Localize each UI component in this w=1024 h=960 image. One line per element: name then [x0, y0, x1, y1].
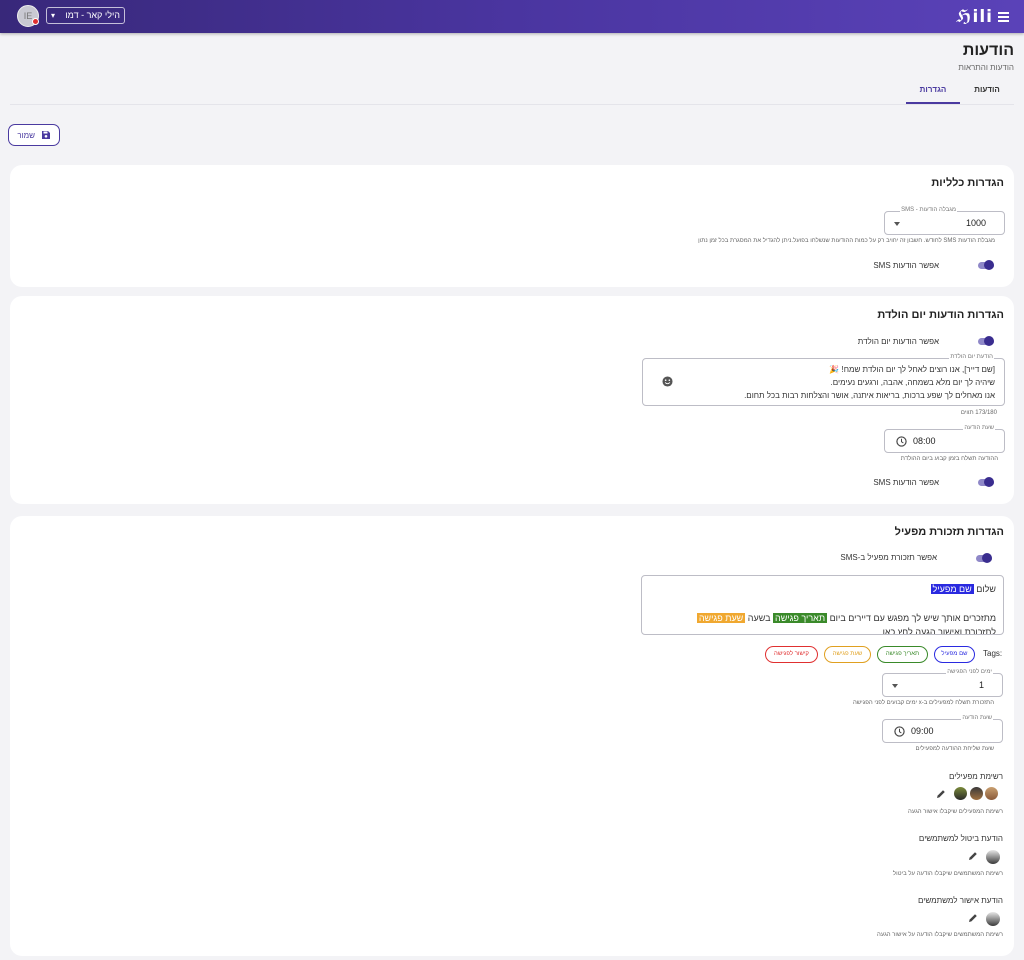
cancel-message-title: הודעת ביטול למשתמשים [918, 834, 1003, 843]
general-settings-title: הגדרות כלליות [931, 177, 1004, 189]
enable-reminder-toggle[interactable] [974, 553, 992, 563]
operators-avatar-group[interactable] [950, 786, 1002, 803]
birthday-time-value: 08:00 [913, 436, 936, 446]
branch-label: הילי קאר - דמו [65, 10, 120, 20]
days-before-select[interactable]: ימים לפני הפגישה 1 [882, 669, 1003, 697]
tag-operator-name: שם מפעיל [930, 584, 974, 594]
operator-avatar [953, 786, 968, 801]
save-button-label: שמור [17, 131, 35, 140]
reminder-time-helper: שעת שליחת ההודעה למפעילים [915, 746, 994, 752]
dropdown-arrow-icon [892, 684, 898, 688]
birthday-message-line-1: [שם דייר], אנו רוצים לאחל לך יום הולדת ש… [829, 365, 995, 374]
dropdown-arrow-icon [894, 222, 900, 226]
enable-birthday-label: אפשר הודעות יום הולדת [857, 337, 939, 346]
notification-dot [32, 18, 39, 25]
operator-avatar [984, 786, 999, 801]
sms-limit-helper: מגבלת הודעות SMS לחודש. חשבון זה יחויב ר… [698, 238, 995, 244]
reminder-settings-title: הגדרות תזכורת מפעיל [894, 526, 1004, 538]
birthday-message-textarea[interactable]: הודעת יום הולדת [שם דייר], אנו רוצים לאח… [642, 354, 1005, 406]
tab-messages[interactable]: הודעות [968, 85, 1006, 94]
tags-label: Tags: [983, 649, 1003, 658]
clock-icon[interactable] [894, 726, 905, 737]
edit-operators-icon[interactable] [936, 789, 946, 799]
confirm-user-avatar[interactable] [985, 911, 1001, 927]
branch-selector[interactable]: הילי קאר - דמו ▾ [46, 7, 125, 24]
reminder-time-label: שעת הודעה [961, 715, 993, 721]
birthday-time-helper: ההודעה תשלח בזמן קבוע ביום ההולדת [900, 456, 998, 462]
reminder-message-line-3: לתזכורת ואישור הגעה לחץ כאן [882, 627, 996, 635]
tag-meeting-date: תאריך פגישה [773, 613, 828, 623]
operators-title: רשימת מפעילים [949, 772, 1003, 781]
reminder-settings-card: הגדרות תזכורת מפעיל אפשר תזכורת מפעיל ב-… [10, 516, 1014, 956]
edit-cancel-users-icon[interactable] [968, 851, 978, 861]
enable-sms-label: אפשר הודעות SMS [873, 261, 939, 270]
message-at-text: בשעה [747, 613, 771, 623]
tag-chip-meeting-link[interactable]: קישור לפגישה [765, 646, 818, 663]
birthday-message-line-3: אנו מאחלים לך שפע ברכות, בריאות איתנה, א… [744, 391, 995, 400]
tag-chip-meeting-date[interactable]: תאריך פגישה [877, 646, 928, 663]
days-before-label: ימים לפני הפגישה [946, 669, 993, 675]
enable-birthday-toggle[interactable] [976, 336, 994, 346]
enable-sms-toggle[interactable] [976, 260, 994, 270]
reminder-message-line-1: שלום שם מפעיל [930, 583, 996, 596]
confirm-message-title: הודעת אישור למשתמשים [918, 896, 1003, 905]
page-subtitle: הודעות והתראות [958, 63, 1014, 72]
general-settings-card: הגדרות כלליות מגבלה הודעות - SMS 1000 מג… [10, 165, 1014, 287]
birthday-message-line-2: שיהיה לך יום מלא בשמחה, אהבה, ורגעים נעי… [830, 378, 995, 387]
birthday-settings-title: הגדרות הודעות יום הולדת [877, 309, 1004, 321]
cancel-user-avatar[interactable] [985, 849, 1001, 865]
sms-limit-value: 1000 [965, 218, 986, 228]
tag-chip-meeting-time[interactable]: שעת פגישה [824, 646, 871, 663]
menu-icon[interactable] [998, 12, 1009, 22]
birthday-message-label: הודעת יום הולדת [949, 354, 994, 360]
reminder-time-value: 09:00 [911, 726, 934, 736]
days-before-helper: התזכורת תשלח למפעילים ב-x ימים קבועים לפ… [852, 700, 994, 706]
greeting-text: שלום [976, 584, 996, 594]
operator-avatar [969, 786, 984, 801]
enable-reminder-label: אפשר תזכורת מפעיל ב-SMS [840, 553, 937, 562]
top-app-bar: ℌili הילי קאר - דמו ▾ IE [0, 0, 1024, 33]
save-icon [42, 131, 50, 139]
reminder-message-line-2: מתזכרים אותך שיש לך מפגש עם דיירים ביום … [696, 612, 996, 625]
tag-meeting-time: שעת פגישה [696, 613, 746, 623]
operators-helper: רשימת המפעילים שיקבלו אישור הגעה [908, 809, 1003, 815]
cancel-message-helper: רשימת המשתמשים שיקבלו הודעה על ביטול [892, 871, 1003, 877]
page-title: הודעות [962, 42, 1014, 59]
birthday-char-count: 173/180 תווים [960, 410, 997, 416]
save-button[interactable]: שמור [8, 124, 60, 146]
birthday-time-field[interactable]: שעת הודעה 08:00 [884, 425, 1005, 453]
tag-chip-operator-name[interactable]: שם מפעיל [934, 646, 975, 663]
days-before-value: 1 [978, 680, 984, 690]
chevron-down-icon: ▾ [51, 11, 56, 20]
app-logo[interactable]: ℌili [956, 7, 993, 27]
reminder-message-editor[interactable]: שלום שם מפעיל מתזכרים אותך שיש לך מפגש ע… [641, 575, 1004, 635]
birthday-enable-sms-toggle[interactable] [976, 477, 994, 487]
tabs-divider [10, 104, 1014, 105]
sms-limit-label: מגבלה הודעות - SMS [900, 207, 957, 213]
edit-confirm-users-icon[interactable] [968, 913, 978, 923]
message-body-text: מתזכרים אותך שיש לך מפגש עם דיירים ביום [829, 613, 996, 623]
tab-settings[interactable]: הגדרות [906, 85, 960, 94]
birthday-time-label: שעת הודעה [963, 425, 995, 431]
confirm-message-helper: רשימת המשתמשים שיקבלו הודעה על אישור הגע… [877, 932, 1003, 938]
emoji-icon[interactable] [662, 376, 673, 387]
reminder-time-field[interactable]: שעת הודעה 09:00 [882, 715, 1003, 743]
birthday-enable-sms-label: אפשר הודעות SMS [873, 478, 939, 487]
sms-limit-select[interactable]: מגבלה הודעות - SMS 1000 [884, 207, 1005, 235]
birthday-settings-card: הגדרות הודעות יום הולדת אפשר הודעות יום … [10, 296, 1014, 504]
clock-icon[interactable] [896, 436, 907, 447]
